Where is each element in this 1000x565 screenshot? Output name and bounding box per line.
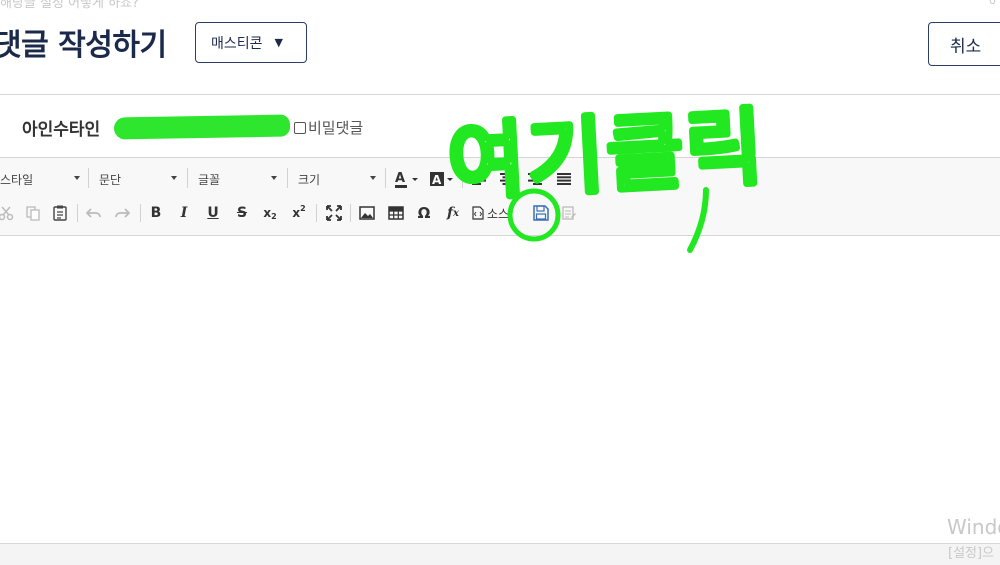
paste-button[interactable]: [48, 201, 72, 225]
copy-icon: [26, 206, 40, 221]
caret-down-icon: [370, 176, 376, 180]
toolbar-separator: [88, 168, 89, 188]
toolbar-separator: [287, 168, 288, 188]
redaction-mark: [113, 114, 291, 140]
style-combo[interactable]: 스타일: [0, 167, 80, 191]
toolbar-separator: [462, 168, 463, 188]
style-combo-label: 스타일: [0, 172, 34, 187]
redo-button[interactable]: [110, 201, 134, 225]
paragraph-combo-label: 문단: [99, 172, 122, 187]
secret-comment-checkbox[interactable]: 비밀댓글: [294, 117, 363, 138]
caret-down-icon: [74, 176, 80, 180]
undo-icon: [86, 208, 101, 218]
bold-icon[interactable]: B: [144, 201, 168, 225]
source-label: 소스: [487, 206, 510, 221]
faded-post-title: 해당글 설정 어떻게 하죠?: [0, 0, 139, 11]
caret-down-icon: ▼: [274, 36, 283, 49]
undo-button[interactable]: [82, 201, 106, 225]
secret-comment-label: 비밀댓글: [308, 119, 364, 137]
image-button[interactable]: [355, 201, 379, 225]
svg-text:A: A: [395, 171, 405, 186]
maximize-button[interactable]: [322, 201, 346, 225]
font-combo-label: 글꼴: [198, 172, 221, 187]
copy-button[interactable]: [21, 201, 45, 225]
template-button[interactable]: [557, 201, 581, 225]
align-justify-icon: [557, 173, 571, 185]
windows-activation-watermark-sub: [설정]으: [948, 546, 995, 561]
page-title: 댓글 작성하기: [0, 28, 167, 63]
faded-counter: 0: [989, 0, 996, 7]
toolbar-separator: [385, 168, 386, 188]
author-name: 아인수타인: [22, 120, 101, 140]
paste-icon: [53, 205, 67, 221]
special-character-icon[interactable]: Ω: [412, 201, 436, 225]
underline-icon[interactable]: U: [201, 201, 225, 225]
editor-status-bar: [0, 543, 1000, 565]
align-center-icon: [500, 173, 514, 185]
source-button[interactable]: 소스: [472, 201, 516, 225]
strikethrough-icon[interactable]: S: [230, 201, 254, 225]
paragraph-combo[interactable]: 문단: [99, 167, 177, 191]
save-button[interactable]: [529, 201, 553, 225]
table-icon: [388, 206, 404, 220]
template-icon: [562, 206, 576, 220]
windows-activation-watermark: Windo: [947, 515, 1000, 539]
subscript-icon[interactable]: x2: [258, 201, 282, 225]
header-divider: [0, 94, 1000, 95]
align-right-button[interactable]: [523, 167, 547, 191]
image-icon: [359, 206, 375, 220]
size-combo[interactable]: 크기: [298, 167, 376, 191]
align-right-icon: [528, 173, 542, 185]
svg-text:A: A: [432, 173, 442, 187]
checkbox-icon[interactable]: [294, 121, 306, 134]
superscript-icon[interactable]: x2: [287, 201, 311, 225]
toolbar-separator: [316, 204, 317, 222]
redo-icon: [115, 208, 130, 218]
emoticon-dropdown-label: 매스티콘: [211, 35, 263, 52]
text-color-button[interactable]: A: [392, 167, 422, 191]
align-left-icon: [472, 173, 486, 185]
text-color-icon: A: [395, 171, 418, 188]
align-center-button[interactable]: [495, 167, 519, 191]
cancel-button[interactable]: 취소: [928, 22, 1000, 66]
font-combo[interactable]: 글꼴: [198, 167, 277, 191]
source-icon: [472, 206, 484, 220]
background-color-icon: A: [430, 172, 453, 187]
toolbar-separator: [350, 204, 351, 222]
italic-icon[interactable]: I: [172, 201, 196, 225]
comment-editor-body[interactable]: [0, 236, 1000, 543]
toolbar-separator: [187, 168, 188, 188]
align-justify-button[interactable]: [552, 167, 576, 191]
maximize-icon: [326, 205, 342, 221]
align-left-button[interactable]: [467, 167, 491, 191]
size-combo-label: 크기: [298, 172, 321, 187]
background-color-button[interactable]: A: [427, 167, 457, 191]
caret-down-icon: [271, 176, 277, 180]
cut-icon: [0, 206, 14, 221]
table-button[interactable]: [384, 201, 408, 225]
toolbar-separator: [77, 204, 78, 222]
emoticon-dropdown[interactable]: 매스티콘 ▼: [195, 22, 307, 63]
editor-toolbar: 스타일 문단 글꼴 크기 A A B I U S x 2 x 2 Ω f x 소…: [0, 157, 1000, 236]
cut-button[interactable]: [0, 201, 18, 225]
formula-icon[interactable]: fx: [441, 201, 465, 225]
toolbar-separator: [140, 204, 141, 222]
save-icon: [533, 205, 549, 221]
caret-down-icon: [171, 176, 177, 180]
